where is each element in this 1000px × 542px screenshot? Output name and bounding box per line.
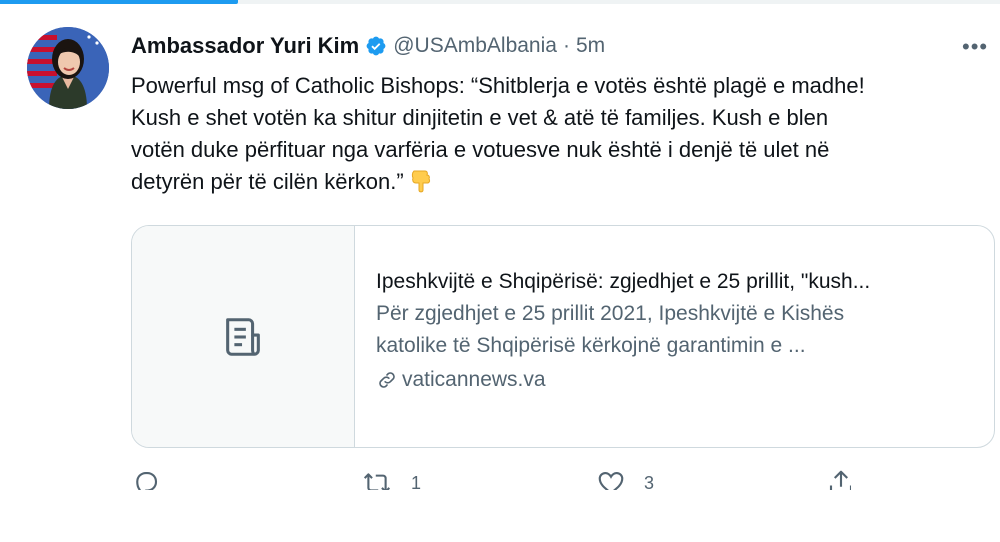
timestamp[interactable]: 5m <box>576 34 605 58</box>
verified-badge-icon <box>365 35 387 57</box>
active-tab-indicator <box>0 0 238 4</box>
tweet-text-line: votën duke përfituar nga varfëria e votu… <box>131 137 830 162</box>
card-description-line: Për zgjedhjet e 25 prillit 2021, Ipeshkv… <box>376 302 845 325</box>
more-options-icon[interactable]: ••• <box>962 34 988 60</box>
author-name[interactable]: Ambassador Yuri Kim <box>131 33 359 59</box>
tweet-header: Ambassador Yuri Kim @USAmbAlbania · 5m <box>131 30 605 62</box>
separator-dot: · <box>562 34 570 57</box>
card-thumbnail <box>132 226 355 447</box>
avatar[interactable] <box>27 27 109 109</box>
tweet-text-line-content: detyrën për të cilën kërkon.” <box>131 169 404 194</box>
card-description-line: katolike të Shqipërisë kërkojnë garantim… <box>376 334 806 357</box>
author-handle[interactable]: @USAmbAlbania <box>393 34 557 58</box>
tweet-text-line: detyrën për të cilën kërkon.” <box>131 166 981 198</box>
retweet-button[interactable]: 1 <box>361 468 421 490</box>
document-icon <box>220 314 266 365</box>
tweet-actions: 1 3 <box>131 468 851 490</box>
tweet-text: Powerful msg of Catholic Bishops: “Shitb… <box>131 70 981 198</box>
pointing-down-emoji-icon <box>408 168 434 194</box>
card-body: Ipeshkvijtë e Shqipërisë: zgjedhjet e 25… <box>376 266 976 396</box>
tweet-text-line: Kush e shet votën ka shitur dinjitetin e… <box>131 105 829 130</box>
link-icon <box>379 372 395 388</box>
like-button[interactable]: 3 <box>596 468 654 490</box>
link-preview-card[interactable]: Ipeshkvijtë e Shqipërisë: zgjedhjet e 25… <box>131 225 995 448</box>
card-domain-text: vaticannews.va <box>402 368 546 391</box>
retweet-count: 1 <box>411 472 422 491</box>
heart-icon <box>596 468 626 490</box>
retweet-icon <box>361 468 393 490</box>
card-title: Ipeshkvijtë e Shqipërisë: zgjedhjet e 25… <box>376 270 871 293</box>
reply-button[interactable] <box>131 468 179 490</box>
like-count: 3 <box>644 472 655 491</box>
share-button[interactable] <box>826 468 851 490</box>
card-domain: vaticannews.va <box>376 364 976 396</box>
reply-icon <box>131 468 161 490</box>
tweet-text-line: Powerful msg of Catholic Bishops: “Shitb… <box>131 73 865 98</box>
share-icon <box>826 468 851 490</box>
